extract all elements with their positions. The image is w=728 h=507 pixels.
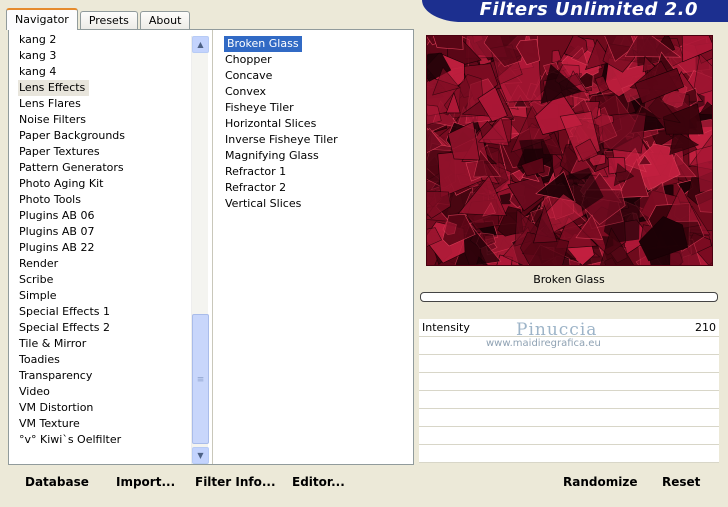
- category-item[interactable]: kang 4: [18, 64, 198, 80]
- navigator-pane: kang 2 kang 3 kang 4 Lens Effects Lens Flare…: [8, 29, 414, 465]
- filter-item[interactable]: Fisheye Tiler: [224, 100, 404, 116]
- tab-about[interactable]: About: [139, 11, 191, 30]
- category-item[interactable]: Paper Textures: [18, 144, 198, 160]
- tab-presets[interactable]: Presets: [79, 11, 138, 30]
- param-empty: [419, 373, 719, 391]
- category-item[interactable]: Render: [18, 256, 198, 272]
- glass-shard: [432, 36, 464, 50]
- category-item[interactable]: Video: [18, 384, 198, 400]
- scroll-up-button[interactable]: ▲: [192, 36, 209, 53]
- category-item[interactable]: kang 3: [18, 48, 198, 64]
- category-item[interactable]: Paper Backgrounds: [18, 128, 198, 144]
- category-item[interactable]: Scribe: [18, 272, 198, 288]
- editor-button[interactable]: Editor...: [292, 468, 345, 494]
- filter-item[interactable]: Chopper: [224, 52, 404, 68]
- tab-navigator[interactable]: Navigator: [6, 8, 78, 30]
- filter-item[interactable]: Refractor 2: [224, 180, 404, 196]
- bottom-toolbar-right: Randomize Reset: [419, 468, 720, 494]
- divider: [212, 30, 213, 464]
- category-item[interactable]: Noise Filters: [18, 112, 198, 128]
- brand-title: Filters Unlimited 2.0: [422, 0, 728, 22]
- category-item[interactable]: Plugins AB 07: [18, 224, 198, 240]
- progress-bar: [420, 292, 718, 302]
- filter-list[interactable]: Broken Glass Chopper Concave Convex Fisheye …: [224, 36, 404, 212]
- param-empty: [419, 427, 719, 445]
- tab-bar: Navigator Presets About: [6, 8, 192, 30]
- category-item[interactable]: Plugins AB 22: [18, 240, 198, 256]
- category-item[interactable]: Special Effects 1: [18, 304, 198, 320]
- category-item[interactable]: Lens Effects: [18, 80, 90, 96]
- category-scrollbar[interactable]: ▲ ≡ ▼: [191, 36, 209, 464]
- param-empty: [419, 391, 719, 409]
- param-empty: [419, 445, 719, 463]
- category-item[interactable]: Toadies: [18, 352, 198, 368]
- category-item[interactable]: VM Texture: [18, 416, 198, 432]
- glass-shard: [499, 193, 511, 205]
- scroll-down-button[interactable]: ▼: [192, 447, 209, 464]
- broken-glass-preview: [427, 36, 712, 265]
- param-empty: [419, 409, 719, 427]
- scroll-thumb[interactable]: ≡: [192, 314, 209, 444]
- filter-item[interactable]: Refractor 1: [224, 164, 404, 180]
- filter-item[interactable]: Convex: [224, 84, 404, 100]
- filter-item[interactable]: Inverse Fisheye Tiler: [224, 132, 404, 148]
- category-item[interactable]: Lens Flares: [18, 96, 198, 112]
- category-item[interactable]: Pattern Generators: [18, 160, 198, 176]
- param-label: Intensity: [422, 321, 470, 334]
- category-item[interactable]: Transparency: [18, 368, 198, 384]
- filter-info-button[interactable]: Filter Info...: [195, 468, 276, 494]
- category-item[interactable]: VM Distortion: [18, 400, 198, 416]
- parameter-list: Intensity 210: [419, 319, 719, 463]
- category-item[interactable]: Special Effects 2: [18, 320, 198, 336]
- param-intensity[interactable]: Intensity 210: [419, 319, 719, 337]
- filter-item[interactable]: Broken Glass: [224, 36, 302, 52]
- filter-item[interactable]: Concave: [224, 68, 404, 84]
- category-item[interactable]: kang 2: [18, 32, 198, 48]
- database-button[interactable]: Database: [25, 468, 89, 494]
- preview-image: [426, 35, 713, 266]
- randomize-button[interactable]: Randomize: [563, 468, 637, 494]
- param-empty: [419, 337, 719, 355]
- category-item[interactable]: Simple: [18, 288, 198, 304]
- filter-item[interactable]: Vertical Slices: [224, 196, 404, 212]
- category-item[interactable]: Plugins AB 06: [18, 208, 198, 224]
- category-item[interactable]: Photo Aging Kit: [18, 176, 198, 192]
- param-empty: [419, 355, 719, 373]
- category-item[interactable]: °v° Kiwi`s Oelfilter: [18, 432, 198, 448]
- bottom-toolbar-left: Database Import... Filter Info... Editor…: [8, 468, 414, 494]
- param-value: 210: [695, 321, 716, 334]
- filter-panel: Broken Glass Intensity 210: [419, 268, 719, 463]
- filter-item[interactable]: Magnifying Glass: [224, 148, 404, 164]
- category-list[interactable]: kang 2 kang 3 kang 4 Lens Effects Lens Flare…: [18, 32, 198, 448]
- category-item[interactable]: Photo Tools: [18, 192, 198, 208]
- filter-item[interactable]: Horizontal Slices: [224, 116, 404, 132]
- import-button[interactable]: Import...: [116, 468, 175, 494]
- reset-button[interactable]: Reset: [662, 468, 700, 494]
- category-item[interactable]: Tile & Mirror: [18, 336, 198, 352]
- filter-name-label: Broken Glass: [533, 273, 605, 286]
